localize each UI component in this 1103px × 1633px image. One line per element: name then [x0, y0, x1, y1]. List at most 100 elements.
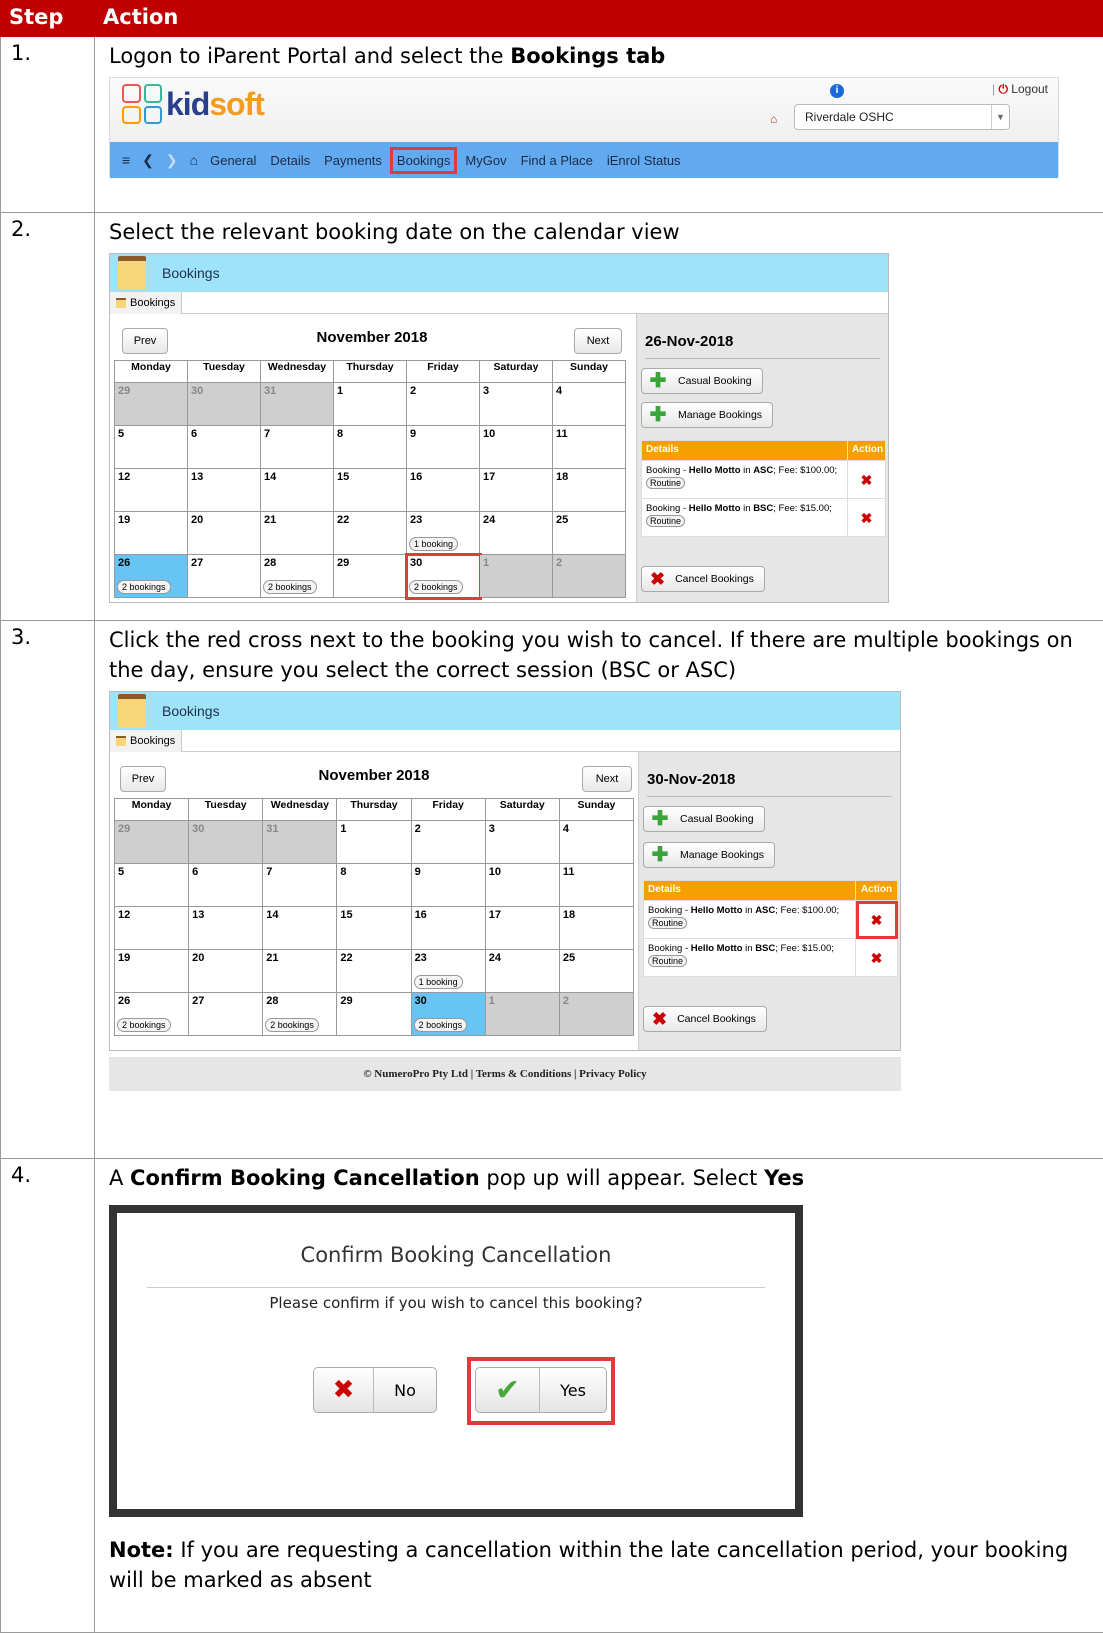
cancel-bookings-button[interactable]: ✖ Cancel Bookings — [641, 566, 765, 592]
calendar-day[interactable]: 1 — [333, 382, 407, 426]
calendar-day[interactable]: 24 — [479, 511, 553, 555]
casual-booking-button[interactable]: ✚ Casual Booking — [641, 368, 763, 394]
calendar-day[interactable]: 21 — [262, 949, 338, 993]
yes-button[interactable]: ✔ Yes — [475, 1367, 607, 1413]
calendar-day[interactable]: 16 — [406, 468, 480, 512]
calendar-day[interactable]: 5 — [114, 425, 188, 469]
forward-icon[interactable]: ❯ — [166, 152, 178, 169]
calendar-day[interactable]: 2 — [406, 382, 480, 426]
tab-bookings[interactable]: Bookings — [110, 730, 183, 752]
calendar-day[interactable]: 11 — [552, 425, 626, 469]
calendar-day[interactable]: 18 — [558, 906, 635, 950]
tab-bookings[interactable]: Bookings — [110, 292, 183, 314]
calendar-day[interactable]: 11 — [558, 863, 635, 907]
calendar-day[interactable]: 17 — [479, 468, 553, 512]
no-button[interactable]: ✖ No — [313, 1367, 437, 1413]
calendar-day[interactable]: 14 — [260, 468, 334, 512]
next-button[interactable]: Next — [574, 328, 622, 354]
calendar-day[interactable]: 20 — [187, 511, 261, 555]
calendar-day[interactable]: 16 — [410, 906, 486, 950]
calendar-day[interactable]: 30 — [188, 820, 264, 864]
calendar-day[interactable]: 25 — [558, 949, 635, 993]
calendar-day[interactable]: 28 2 bookings — [262, 992, 338, 1036]
calendar-day[interactable]: 6 — [188, 863, 264, 907]
calendar-day[interactable]: 7 — [262, 863, 338, 907]
calendar-day[interactable]: 15 — [333, 468, 407, 512]
calendar-day[interactable]: 29 — [114, 382, 188, 426]
calendar-day[interactable]: 29 — [336, 992, 412, 1036]
calendar-day[interactable]: 30 2 bookings — [404, 552, 482, 600]
calendar-day[interactable]: 21 — [260, 511, 334, 555]
calendar-day[interactable]: 10 — [484, 863, 560, 907]
calendar-day[interactable]: 14 — [262, 906, 338, 950]
calendar-day[interactable]: 19 — [113, 949, 190, 993]
casual-booking-button[interactable]: ✚ Casual Booking — [643, 806, 765, 832]
calendar-day[interactable]: 4 — [552, 382, 626, 426]
nav-find-a-place[interactable]: Find a Place — [521, 153, 593, 168]
calendar-day[interactable]: 8 — [336, 863, 412, 907]
calendar-day[interactable]: 27 — [187, 554, 261, 598]
delete-booking-icon[interactable]: ✖ — [855, 938, 898, 977]
calendar-day[interactable]: 26 2 bookings — [114, 554, 188, 598]
school-select[interactable]: Riverdale OSHC ▼ — [794, 104, 1010, 130]
calendar-day[interactable]: 1 — [479, 554, 553, 598]
calendar-day[interactable]: 6 — [187, 425, 261, 469]
calendar-day[interactable]: 29 — [333, 554, 407, 598]
calendar-day[interactable]: 29 — [113, 820, 190, 864]
calendar-day[interactable]: 18 — [552, 468, 626, 512]
delete-booking-icon[interactable]: ✖ — [847, 498, 886, 537]
cancel-bookings-button[interactable]: ✖ Cancel Bookings — [643, 1006, 767, 1032]
calendar-day[interactable]: 2 — [410, 820, 486, 864]
calendar-day[interactable]: 2 — [552, 554, 626, 598]
calendar-day[interactable]: 2 — [558, 992, 635, 1036]
calendar-day[interactable]: 1 — [336, 820, 412, 864]
calendar-day[interactable]: 23 1 booking — [410, 949, 486, 993]
nav-general[interactable]: General — [210, 153, 256, 168]
calendar-day[interactable]: 3 — [484, 820, 560, 864]
delete-booking-icon[interactable]: ✖ — [855, 900, 898, 939]
nav-details[interactable]: Details — [270, 153, 310, 168]
calendar-day[interactable]: 9 — [406, 425, 480, 469]
calendar-day[interactable]: 17 — [484, 906, 560, 950]
home-icon[interactable]: ⌂ — [190, 152, 198, 168]
calendar-day[interactable]: 13 — [188, 906, 264, 950]
calendar-day[interactable]: 30 — [187, 382, 261, 426]
nav-ienrol-status[interactable]: iEnrol Status — [607, 153, 681, 168]
calendar-day[interactable]: 9 — [410, 863, 486, 907]
calendar-day[interactable]: 12 — [114, 468, 188, 512]
manage-bookings-button[interactable]: ✚ Manage Bookings — [643, 842, 776, 868]
info-icon[interactable]: i — [830, 84, 844, 98]
delete-booking-icon[interactable]: ✖ — [847, 460, 886, 499]
manage-bookings-button[interactable]: ✚ Manage Bookings — [641, 402, 774, 428]
calendar-day[interactable]: 24 — [484, 949, 560, 993]
logout-link[interactable]: | ⏻ Logout — [992, 82, 1048, 97]
calendar-day[interactable]: 5 — [113, 863, 190, 907]
calendar-day[interactable]: 4 — [558, 820, 635, 864]
nav-payments[interactable]: Payments — [324, 153, 382, 168]
calendar-day[interactable]: 8 — [333, 425, 407, 469]
calendar-day[interactable]: 31 — [260, 382, 334, 426]
calendar-day[interactable]: 25 — [552, 511, 626, 555]
calendar-day[interactable]: 15 — [336, 906, 412, 950]
calendar-day[interactable]: 28 2 bookings — [260, 554, 334, 598]
calendar-day[interactable]: 27 — [188, 992, 264, 1036]
calendar-day[interactable]: 19 — [114, 511, 188, 555]
calendar-day[interactable]: 7 — [260, 425, 334, 469]
back-icon[interactable]: ❮ — [142, 152, 154, 169]
calendar-day[interactable]: 12 — [113, 906, 190, 950]
calendar-day[interactable]: 22 — [336, 949, 412, 993]
calendar-day[interactable]: 26 2 bookings — [113, 992, 190, 1036]
calendar-day[interactable]: 20 — [188, 949, 264, 993]
calendar-day[interactable]: 30 2 bookings — [410, 992, 486, 1036]
nav-mygov[interactable]: MyGov — [465, 153, 506, 168]
nav-bookings[interactable]: Bookings — [389, 146, 458, 174]
calendar-day[interactable]: 23 1 booking — [406, 511, 480, 555]
menu-icon[interactable]: ≡ — [122, 152, 130, 168]
next-button[interactable]: Next — [582, 766, 632, 792]
calendar-day[interactable]: 3 — [479, 382, 553, 426]
calendar-day[interactable]: 10 — [479, 425, 553, 469]
calendar-day[interactable]: 31 — [262, 820, 338, 864]
calendar-day[interactable]: 13 — [187, 468, 261, 512]
calendar-day[interactable]: 1 — [484, 992, 560, 1036]
calendar-day[interactable]: 22 — [333, 511, 407, 555]
